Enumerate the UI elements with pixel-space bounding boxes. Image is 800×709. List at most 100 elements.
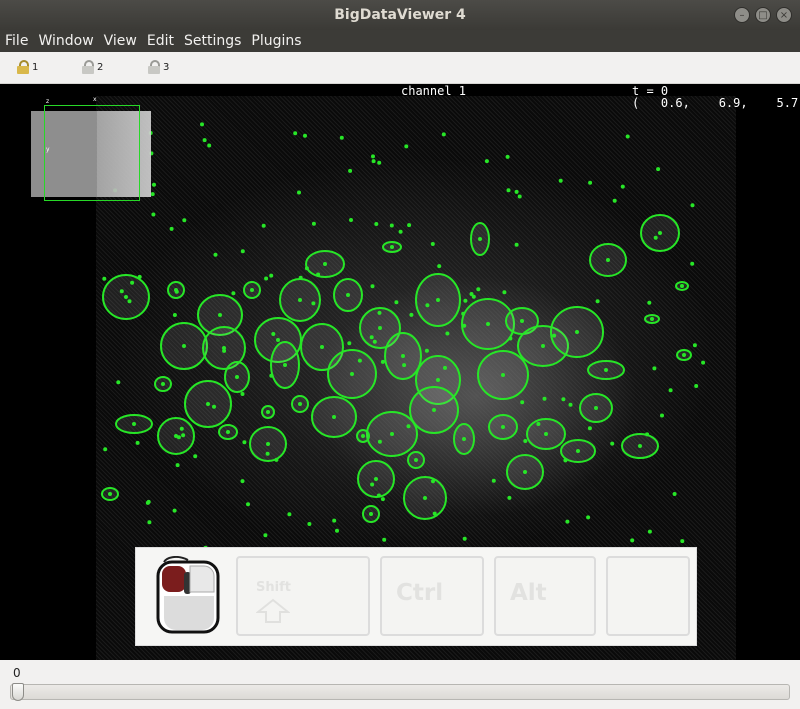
toolbar: 1 2 3 xyxy=(0,52,800,84)
minimize-icon[interactable]: – xyxy=(734,7,750,23)
detection-point xyxy=(432,511,437,516)
detection-point xyxy=(508,336,513,341)
alt-key-indicator: Alt xyxy=(494,556,596,636)
detection-point xyxy=(311,221,316,226)
detection-point xyxy=(335,528,339,533)
menu-settings[interactable]: Settings xyxy=(179,30,246,52)
detection-point xyxy=(514,189,519,194)
detection-center xyxy=(501,373,505,377)
menu-file[interactable]: File xyxy=(0,30,33,52)
menu-window[interactable]: Window xyxy=(33,30,98,52)
detection-point xyxy=(502,290,507,295)
detection-point xyxy=(293,131,298,136)
ctrl-key-label: Ctrl xyxy=(396,580,444,606)
detection-point xyxy=(645,432,650,437)
detection-point xyxy=(443,365,447,370)
timepoint-label: 0 xyxy=(13,666,21,680)
maximize-icon[interactable]: □ xyxy=(755,7,771,23)
timepoint-slider-track[interactable] xyxy=(10,684,790,700)
detection-point xyxy=(462,536,467,541)
overview-x-label: x xyxy=(93,96,97,103)
detection-point xyxy=(437,264,442,269)
detection-center xyxy=(423,496,427,500)
lock-icon xyxy=(17,60,29,74)
detection-point xyxy=(200,122,204,127)
detection-point xyxy=(424,348,429,353)
detection-center xyxy=(182,344,186,348)
menu-bar: File Window View Edit Settings Plugins xyxy=(0,30,800,52)
detection-center xyxy=(638,444,642,448)
detection-center xyxy=(320,345,324,349)
detection-point xyxy=(625,134,630,139)
detection-point xyxy=(398,229,403,234)
detection-center xyxy=(108,492,112,496)
detection-center xyxy=(575,330,579,334)
detection-point xyxy=(690,261,695,266)
detection-center xyxy=(298,402,302,406)
menu-view[interactable]: View xyxy=(99,30,142,52)
detection-point xyxy=(680,539,685,544)
image-viewer-canvas[interactable]: z x y channel 1 t = 0 ( 0.6, 6.9, 5.7) S… xyxy=(0,84,800,660)
lock-icon xyxy=(148,60,160,74)
detection-center xyxy=(250,288,254,292)
detection-point xyxy=(568,402,573,407)
overview-y-label: y xyxy=(46,146,50,153)
detection-point xyxy=(425,303,430,308)
time-panel: 0 xyxy=(0,660,800,709)
detection-center xyxy=(390,245,394,249)
detection-point xyxy=(587,426,592,431)
mouse-icon xyxy=(156,556,220,634)
detection-point xyxy=(264,276,269,281)
detection-point xyxy=(630,538,635,543)
detection-point xyxy=(374,222,379,226)
detection-point xyxy=(542,396,547,401)
detection-point xyxy=(246,502,250,507)
detection-point xyxy=(175,463,180,468)
detection-point xyxy=(701,360,706,365)
detection-point xyxy=(271,332,276,336)
group-lock-button-3[interactable]: 3 xyxy=(148,60,169,74)
detection-point xyxy=(647,300,652,305)
detection-point xyxy=(150,192,155,197)
close-icon[interactable]: × xyxy=(776,7,792,23)
detection-point xyxy=(469,292,474,296)
detection-point xyxy=(380,359,385,364)
detection-point xyxy=(240,249,245,254)
detection-point xyxy=(370,482,375,487)
timepoint-slider-thumb[interactable] xyxy=(12,683,24,701)
detection-point xyxy=(505,154,510,159)
detection-point xyxy=(348,168,353,173)
detection-center xyxy=(541,344,545,348)
lock-icon xyxy=(82,60,94,74)
group-lock-button-1[interactable]: 1 xyxy=(17,60,38,74)
detection-center xyxy=(523,470,527,474)
detection-point xyxy=(652,366,657,371)
detection-center xyxy=(486,322,490,326)
detection-center xyxy=(283,363,287,367)
detection-point xyxy=(135,440,140,445)
detection-point xyxy=(536,422,541,426)
detection-point xyxy=(563,458,568,463)
menu-plugins[interactable]: Plugins xyxy=(246,30,306,52)
detection-point xyxy=(287,512,292,517)
detection-point xyxy=(514,242,519,247)
detection-point xyxy=(240,392,245,396)
input-hint-overlay: Shift Ctrl Alt xyxy=(136,548,696,645)
shift-arrow-icon xyxy=(256,598,290,623)
detection-point xyxy=(182,218,187,223)
detection-point xyxy=(145,500,150,505)
detection-point xyxy=(371,154,375,159)
detection-center xyxy=(374,477,378,481)
detection-center xyxy=(682,353,686,357)
detection-point xyxy=(441,132,446,137)
detection-center xyxy=(680,284,684,288)
group-lock-button-2[interactable]: 2 xyxy=(82,60,103,74)
group-label: 2 xyxy=(97,61,104,73)
detection-point xyxy=(265,451,270,456)
detection-point xyxy=(588,180,593,185)
detection-point xyxy=(463,298,468,303)
detection-point xyxy=(174,289,179,294)
menu-edit[interactable]: Edit xyxy=(142,30,179,52)
detection-point xyxy=(261,223,266,228)
detection-center xyxy=(332,415,336,419)
